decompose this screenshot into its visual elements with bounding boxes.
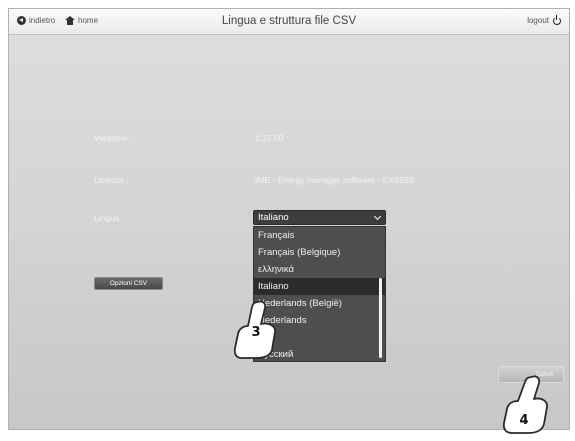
dropdown-option[interactable]: Italiano <box>254 278 385 295</box>
hand-pointer-icon: 4 <box>502 375 548 434</box>
version-value: 1.15.00 <box>255 133 284 143</box>
callout-number-3: 3 <box>251 325 260 340</box>
chevron-down-icon <box>373 212 382 221</box>
csv-options-button[interactable]: Opzioni CSV <box>94 277 163 290</box>
license-label: Licenza : <box>94 175 129 185</box>
license-value: IME - Energy manager software - SXS255 <box>255 175 414 185</box>
language-select[interactable]: Italiano <box>253 210 386 225</box>
version-label: Versione : <box>94 133 132 143</box>
dropdown-scrollbar[interactable] <box>379 278 382 358</box>
callout-number-4: 4 <box>519 413 528 428</box>
logout-label: logout <box>527 16 549 25</box>
dropdown-option[interactable]: ελληνικά <box>254 261 385 278</box>
page-title: Lingua e struttura file CSV <box>221 15 357 27</box>
logout-button[interactable]: logout <box>527 14 561 25</box>
language-select-value: Italiano <box>258 212 289 223</box>
power-icon <box>553 14 561 25</box>
dropdown-option[interactable]: Français (Belgique) <box>254 244 385 261</box>
hand-pointer-icon: 3 <box>233 300 276 359</box>
app-window: indietro home Lingua e struttura file CS… <box>8 8 570 430</box>
top-bar: indietro home Lingua e struttura file CS… <box>9 9 569 35</box>
language-label: Lingua : <box>94 213 125 223</box>
dropdown-option[interactable]: Français <box>254 227 385 244</box>
